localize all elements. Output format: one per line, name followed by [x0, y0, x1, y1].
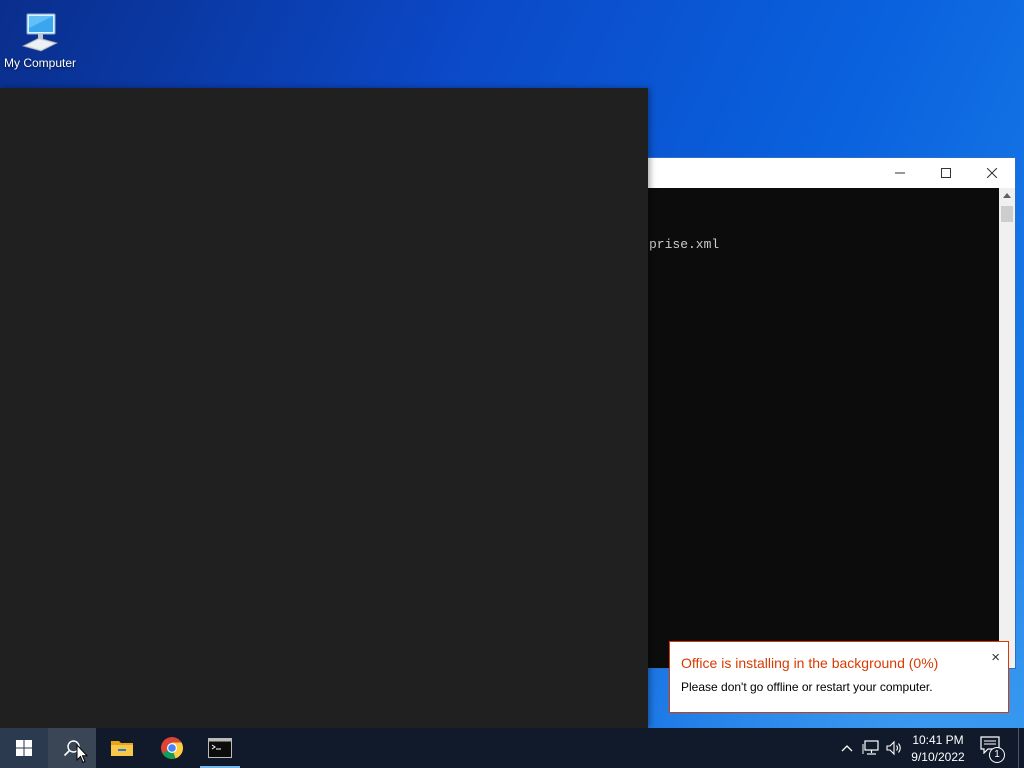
clock-date: 9/10/2022	[911, 750, 965, 764]
mouse-cursor-icon	[76, 744, 88, 764]
close-button[interactable]	[969, 158, 1015, 188]
windows-logo-icon	[16, 740, 32, 756]
notification-message: Please don't go offline or restart your …	[681, 680, 933, 694]
desktop: My Computer prise.xml Office is installi…	[0, 0, 1024, 768]
maximize-button[interactable]	[923, 158, 969, 188]
minimize-icon	[895, 172, 905, 174]
volume-icon	[886, 740, 901, 756]
show-hidden-icons-button[interactable]	[837, 738, 857, 758]
cmd-icon	[208, 738, 232, 758]
taskbar-clock[interactable]: 10:41 PM 9/10/2022	[906, 728, 970, 768]
scroll-thumb[interactable]	[1001, 206, 1013, 222]
folder-icon	[111, 741, 133, 756]
notification-count-badge: 1	[989, 747, 1005, 763]
notification-close-button[interactable]: ×	[991, 650, 1000, 665]
scroll-up-arrow-icon[interactable]	[1003, 193, 1011, 198]
start-button[interactable]	[0, 728, 48, 768]
chrome-icon	[161, 737, 183, 759]
taskbar: 10:41 PM 9/10/2022 1	[0, 728, 1024, 768]
console-line: prise.xml	[649, 237, 720, 252]
close-icon	[987, 168, 997, 178]
network-tray-button[interactable]	[861, 738, 881, 758]
search-button[interactable]	[48, 728, 96, 768]
minimize-button[interactable]	[877, 158, 923, 188]
dark-window-panel[interactable]	[0, 88, 648, 728]
taskbar-command-prompt[interactable]	[196, 728, 244, 768]
notification-title: Office is installing in the background (…	[681, 655, 939, 671]
maximize-icon	[941, 168, 951, 178]
show-desktop-button[interactable]	[1018, 728, 1024, 768]
office-install-notification[interactable]: Office is installing in the background (…	[669, 641, 1009, 713]
action-center-button[interactable]: 1	[980, 736, 1005, 763]
network-icon	[862, 740, 879, 755]
taskbar-chrome[interactable]	[148, 728, 196, 768]
desktop-icon-label: My Computer	[3, 56, 77, 70]
console-scrollbar[interactable]	[999, 188, 1015, 668]
clock-time: 10:41 PM	[912, 733, 964, 747]
computer-icon	[21, 13, 59, 52]
volume-tray-button[interactable]	[884, 738, 904, 758]
chevron-up-icon	[841, 745, 853, 752]
taskbar-file-explorer[interactable]	[98, 728, 146, 768]
desktop-icon-my-computer[interactable]: My Computer	[0, 6, 80, 78]
